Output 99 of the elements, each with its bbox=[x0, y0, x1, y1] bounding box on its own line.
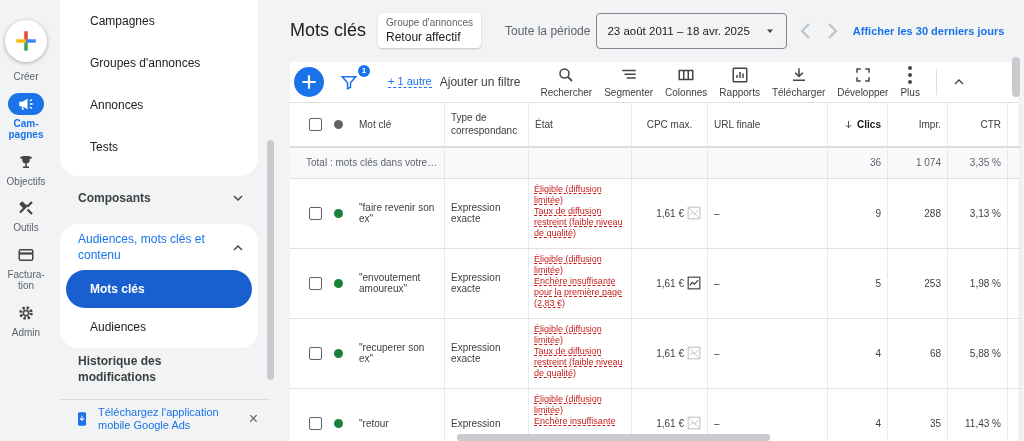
table-cell: Expression exacte bbox=[445, 318, 529, 389]
tools-icon bbox=[17, 199, 35, 217]
table-cell: "recuperer son ex" bbox=[353, 318, 445, 389]
toolbar-button[interactable]: Colonnes bbox=[659, 65, 714, 98]
plus-icon bbox=[13, 28, 39, 54]
fullscreen-icon bbox=[853, 65, 872, 84]
table-cell: 1 074 bbox=[888, 147, 948, 179]
nav-item[interactable]: Audiences bbox=[60, 308, 252, 346]
date-range-dropdown[interactable]: 23 août 2011 – 18 avr. 2025 bbox=[596, 12, 787, 49]
checkbox[interactable] bbox=[309, 416, 322, 430]
nav-section[interactable]: Composants bbox=[60, 176, 258, 220]
filter-count-badge: 1 bbox=[358, 64, 370, 77]
chip-value: Retour affectif bbox=[386, 30, 462, 45]
table-cell: 35 bbox=[888, 388, 948, 441]
toolbar-button[interactable]: Segmenter bbox=[598, 65, 660, 98]
scrollbar[interactable] bbox=[267, 140, 274, 380]
table-cell: 1,61 € bbox=[656, 207, 684, 219]
nav-item[interactable]: Annonces bbox=[60, 84, 252, 126]
table-cell bbox=[1008, 248, 1021, 319]
status-text[interactable]: Taux de diffusion restreint (faible niveau de qualité) bbox=[534, 206, 628, 239]
table-cell: 1,61 € bbox=[656, 277, 684, 289]
nav-item[interactable]: Historique des modifications bbox=[60, 348, 258, 392]
table-cell: "retour bbox=[353, 388, 445, 441]
nav-section[interactable]: Audiences, mots clés et contenu bbox=[60, 226, 258, 270]
toolbar-button[interactable]: Rapports bbox=[713, 65, 766, 98]
rail-item[interactable]: Outils bbox=[8, 197, 44, 234]
status-dot-icon bbox=[334, 119, 343, 129]
rail-item[interactable]: Cam- pagnes bbox=[8, 92, 44, 141]
checkbox[interactable] bbox=[309, 206, 322, 220]
line-chart-icon[interactable] bbox=[687, 276, 701, 291]
more-icon bbox=[908, 65, 913, 84]
table-cell: "faire revenir son ex" bbox=[353, 178, 445, 249]
table-cell: 1,61 € bbox=[656, 347, 684, 359]
table-cell: 4 bbox=[828, 388, 888, 441]
page-title: Mots clés bbox=[290, 20, 367, 42]
table-cell: – bbox=[708, 318, 828, 389]
nav-item[interactable]: Campagnes bbox=[60, 0, 252, 42]
chip-label: Groupe d'annonces bbox=[386, 17, 473, 29]
table-cell: 5,88 % bbox=[948, 318, 1008, 389]
table-cell: 288 bbox=[888, 178, 948, 249]
table-cell bbox=[1008, 178, 1021, 249]
chevron-left-icon bbox=[800, 22, 810, 39]
table-cell: 1,98 % bbox=[948, 248, 1008, 319]
status-text[interactable]: Éligible (diffusion limitée) bbox=[534, 393, 628, 416]
status-text[interactable]: Éligible (diffusion limitée) bbox=[534, 323, 628, 346]
table-cell bbox=[1008, 318, 1021, 389]
sort-down-icon bbox=[843, 118, 855, 130]
checkbox[interactable] bbox=[309, 346, 322, 360]
table-cell: Expression exacte bbox=[445, 248, 529, 319]
scrollbar[interactable] bbox=[457, 434, 770, 441]
bar-chart-icon bbox=[730, 65, 749, 84]
table-cell: 36 bbox=[828, 147, 888, 179]
more-filters-link[interactable]: + 1 autre bbox=[388, 75, 432, 89]
add-filter-button[interactable]: Ajouter un filtre bbox=[439, 74, 521, 89]
nav-item[interactable]: Tests bbox=[60, 126, 252, 168]
toolbar-button[interactable]: Rechercher bbox=[534, 65, 599, 98]
toolbar-button[interactable]: Développer bbox=[831, 65, 895, 98]
chevron-right-icon bbox=[827, 22, 837, 39]
nav-item[interactable]: Groupes d'annonces bbox=[60, 42, 252, 84]
status-text[interactable]: Enchère insuffisante bbox=[534, 416, 628, 428]
rail-label: Objectifs bbox=[6, 175, 46, 187]
table-cell: Expression exacte bbox=[445, 178, 529, 249]
table-cell: 68 bbox=[888, 318, 948, 389]
add-button[interactable] bbox=[294, 66, 324, 97]
rail-label: Admin bbox=[11, 326, 41, 338]
table-cell: 11,43 % bbox=[948, 388, 1008, 441]
ad-group-chip[interactable]: Groupe d'annonces Retour affectif bbox=[378, 13, 481, 49]
status-text[interactable]: Enchère insuffisante pour la première page (2,83 €) bbox=[534, 276, 628, 309]
period-label: Toute la période bbox=[505, 23, 591, 38]
rail-item[interactable]: Objectifs bbox=[6, 150, 46, 187]
close-button[interactable]: × bbox=[244, 410, 262, 429]
status-text[interactable]: Éligible (diffusion limitée) bbox=[534, 183, 628, 206]
table-cell: 9 bbox=[828, 178, 888, 249]
promo-link[interactable]: Téléchargez l'application mobile Google Ads bbox=[98, 405, 237, 433]
table-cell: – bbox=[708, 248, 828, 319]
table-cell: "envoutement amoureux" bbox=[353, 248, 445, 319]
rail-label: Factura- tion bbox=[7, 268, 45, 292]
status-text[interactable]: Éligible (diffusion limitée) bbox=[534, 253, 628, 276]
nav-item[interactable]: Mots clés bbox=[66, 270, 252, 308]
rail-label: Cam- pagnes bbox=[8, 117, 44, 141]
scrollbar[interactable] bbox=[1012, 57, 1020, 97]
toolbar-button[interactable]: Plus bbox=[894, 65, 926, 98]
rail-label: Outils bbox=[13, 222, 39, 234]
table-cell: 253 bbox=[888, 248, 948, 319]
status-text[interactable]: Taux de diffusion restreint (faible niveau de qualité) bbox=[534, 346, 628, 379]
toolbar-button[interactable]: Télécharger bbox=[765, 65, 832, 98]
table-cell: 5 bbox=[828, 248, 888, 319]
table-cell: 4 bbox=[828, 318, 888, 389]
table-cell: 3,35 % bbox=[948, 147, 1008, 179]
table-cell: 3,13 % bbox=[948, 178, 1008, 249]
table-cell: – bbox=[708, 178, 828, 249]
table-cell: 1,61 € bbox=[656, 417, 684, 429]
rail-label: Créer bbox=[13, 71, 39, 83]
rail-item[interactable]: Admin bbox=[8, 301, 44, 338]
last-30-days-link[interactable]: Afficher les 30 derniers jours bbox=[852, 24, 1005, 37]
checkbox[interactable] bbox=[309, 276, 322, 290]
checkbox[interactable] bbox=[309, 117, 322, 131]
total-label: Total : mots clés dans votre… bbox=[306, 157, 438, 169]
rail-item[interactable]: Factura- tion bbox=[7, 243, 45, 292]
